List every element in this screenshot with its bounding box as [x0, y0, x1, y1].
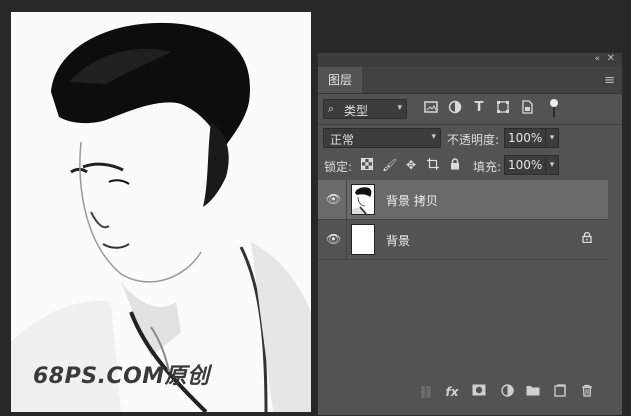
filter-kind-select[interactable]: ⌕ 类型 ▾ — [323, 99, 407, 119]
fill-label: 填充: — [473, 160, 502, 174]
lock-icon — [582, 231, 592, 246]
shape-filter-icon[interactable] — [495, 100, 511, 116]
lock-transparent-icon[interactable] — [360, 158, 374, 172]
blend-row: 正常 ▾ 不透明度: 100% ▾ — [318, 127, 622, 151]
trash-icon[interactable] — [579, 384, 595, 400]
layer-name[interactable]: 背景 — [386, 232, 410, 249]
lock-label: 锁定: — [324, 160, 353, 174]
panel-tabbar: 图层 ≡ — [318, 67, 622, 94]
type-filter-icon[interactable]: T — [471, 100, 487, 116]
fx-icon[interactable]: fx — [444, 384, 460, 400]
layer-name[interactable]: 背景 拷贝 — [386, 192, 438, 209]
opacity-input[interactable]: 100% — [504, 128, 546, 148]
divider — [318, 259, 608, 260]
panel-topbar: « ✕ — [318, 53, 622, 67]
layers-list: 👁 背景 拷贝 👁 背景 — [318, 180, 622, 370]
blend-mode-value: 正常 — [330, 133, 355, 147]
chevron-down-icon: ▾ — [397, 103, 402, 113]
layer-thumbnail — [351, 224, 375, 255]
opacity-label: 不透明度: — [447, 133, 500, 147]
layer-thumbnail — [351, 184, 375, 215]
portrait-image — [11, 12, 311, 412]
close-icon[interactable]: ✕ — [607, 53, 615, 64]
layers-panel: « ✕ 图层 ≡ ⌕ 类型 ▾ T 正常 ▾ 不透明度: 100% ▾ 锁定: … — [317, 52, 623, 416]
layer-row-background[interactable]: 👁 背景 — [318, 220, 608, 259]
smart-object-filter-icon[interactable] — [519, 100, 535, 116]
layer-row-background-copy[interactable]: 👁 背景 拷贝 — [318, 180, 608, 219]
folder-icon[interactable] — [525, 384, 541, 400]
filter-toggle[interactable] — [550, 99, 558, 119]
image-filter-icon[interactable] — [423, 100, 439, 116]
collapse-icon[interactable]: « — [594, 54, 600, 64]
new-layer-icon[interactable] — [552, 384, 568, 400]
tab-layers[interactable]: 图层 — [318, 67, 363, 93]
lock-paint-icon[interactable]: 🖌 — [382, 158, 397, 172]
visibility-toggle[interactable]: 👁 — [318, 180, 346, 219]
visibility-toggle[interactable]: 👁 — [318, 220, 346, 259]
eye-icon: 👁 — [326, 192, 342, 206]
link-icon[interactable]: ⛓ — [418, 384, 434, 400]
blend-mode-select[interactable]: 正常 ▾ — [323, 128, 441, 148]
opacity-dropdown-icon[interactable]: ▾ — [545, 128, 559, 148]
document-image[interactable]: 68PS.COM原创 — [11, 12, 311, 412]
adjustment-icon[interactable] — [499, 384, 515, 400]
lock-row: 锁定: 🖌 ✥ 填充: 100% ▾ — [318, 154, 622, 178]
lock-all-icon[interactable] — [448, 158, 462, 172]
divider — [318, 124, 622, 125]
watermark-text: 68PS.COM原创 — [33, 364, 210, 389]
search-icon: ⌕ — [328, 102, 335, 115]
filter-kind-label: 类型 — [344, 104, 369, 118]
mask-icon[interactable] — [471, 384, 487, 400]
chevron-down-icon: ▾ — [431, 132, 436, 142]
eye-icon: 👁 — [326, 232, 342, 246]
filter-row: ⌕ 类型 ▾ T — [318, 97, 622, 123]
panel-menu-icon[interactable]: ≡ — [604, 73, 615, 88]
panel-footer: ⛓ fx — [318, 379, 622, 405]
fill-dropdown-icon[interactable]: ▾ — [545, 155, 559, 175]
lock-move-icon[interactable]: ✥ — [404, 158, 418, 172]
lock-artboard-icon[interactable] — [426, 158, 440, 172]
fill-input[interactable]: 100% — [504, 155, 546, 175]
adjustment-filter-icon[interactable] — [447, 100, 463, 116]
